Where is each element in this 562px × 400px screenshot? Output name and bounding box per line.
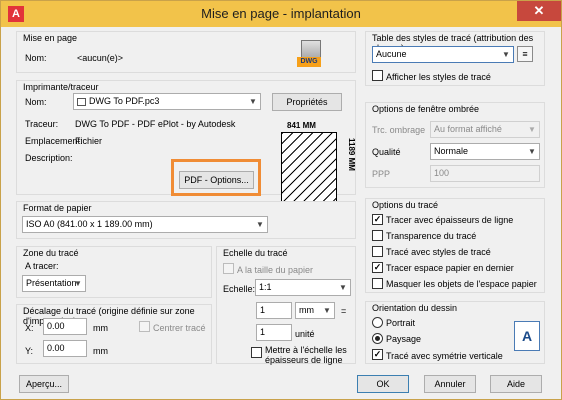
preview-button[interactable]: Aperçu... [19, 375, 69, 393]
scale-unit2-label: unité [295, 329, 315, 339]
shade-plot-label: Trc. ombrage [372, 125, 426, 135]
shade-plot-select[interactable]: Au format affiché ▼ [430, 121, 540, 138]
offset-x-input[interactable]: 0.00 [43, 318, 87, 335]
fit-to-paper-checkbox[interactable] [223, 263, 234, 274]
page-setup-dialog: A Mise en page - implantation ✕ Mise en … [0, 0, 562, 400]
group-title: Orientation du dessin [370, 303, 460, 313]
plot-what-value: Présentation [26, 278, 77, 288]
printer-select[interactable]: DWG To PDF.pc3 ▼ [73, 93, 261, 110]
group-title: Options du tracé [370, 200, 441, 210]
chevron-down-icon: ▼ [502, 50, 510, 59]
paper-preview [281, 132, 337, 202]
chevron-down-icon: ▼ [339, 283, 347, 292]
quality-label: Qualité [372, 147, 401, 157]
preview-width-label: 841 MM [287, 121, 316, 130]
plot-option-label: Tracer avec épaisseurs de ligne [386, 215, 514, 225]
plot-option-checkbox[interactable]: ✓ [372, 262, 383, 273]
upside-down-label: Tracé avec symétrie verticale [386, 351, 503, 361]
plot-what-label: A tracer: [25, 261, 59, 271]
description-label: Description: [25, 153, 73, 163]
orientation-icon: A [514, 321, 540, 351]
group-title: Mise en page [21, 33, 80, 43]
group-title: Imprimante/traceur [21, 82, 101, 92]
scale-value2-input[interactable]: 1 [256, 324, 292, 341]
pdf-options-highlight [171, 159, 261, 196]
chevron-down-icon: ▼ [256, 220, 264, 229]
help-button[interactable]: Aide [490, 375, 542, 393]
plot-option-checkbox[interactable] [372, 246, 383, 257]
upside-down-checkbox[interactable]: ✓ [372, 349, 383, 360]
chevron-down-icon: ▼ [74, 279, 82, 288]
plot-option-label: Masquer les objets de l'espace papier [386, 279, 537, 289]
cancel-button[interactable]: Annuler [424, 375, 476, 393]
paper-size-value: ISO A0 (841.00 x 1 189.00 mm) [26, 219, 153, 229]
plot-style-select[interactable]: Aucune ▼ [372, 46, 514, 63]
display-plot-styles-label: Afficher les styles de tracé [386, 72, 491, 82]
shade-plot-value: Au format affiché [434, 124, 502, 134]
offset-y-input[interactable]: 0.00 [43, 340, 87, 357]
scale-unit-value: mm [299, 305, 314, 315]
scale-unit-select[interactable]: mm ▼ [295, 302, 335, 319]
plotter-label: Traceur: [25, 119, 59, 129]
preview-height-label: 1189 MM [347, 138, 356, 171]
plot-style-value: Aucune [376, 49, 407, 59]
offset-x-label: X: [25, 323, 34, 333]
printer-name-label: Nom: [25, 97, 47, 107]
quality-select[interactable]: Normale ▼ [430, 143, 540, 160]
page-setup-name-value: <aucun(e)> [77, 53, 124, 63]
edit-plot-style-button[interactable]: ≡ [517, 46, 533, 62]
location-value: Fichier [75, 136, 103, 146]
scale-equals: = [341, 306, 347, 316]
ok-button[interactable]: OK [357, 375, 409, 393]
plot-option-label: Tracer espace papier en dernier [386, 263, 514, 273]
location-label: Emplacement: [25, 136, 83, 146]
close-button[interactable]: ✕ [517, 1, 561, 21]
scale-value: 1:1 [259, 282, 272, 292]
group-title: Zone du tracé [21, 248, 81, 258]
plot-option-label: Tracé avec styles de tracé [386, 247, 491, 257]
scale-select[interactable]: 1:1 ▼ [255, 279, 351, 296]
plot-option-checkbox[interactable] [372, 278, 383, 289]
display-plot-styles-checkbox[interactable] [372, 70, 383, 81]
chevron-down-icon: ▼ [323, 306, 331, 315]
chevron-down-icon: ▼ [249, 97, 257, 106]
scale-value1-input[interactable]: 1 [256, 302, 292, 319]
plot-option-checkbox[interactable]: ✓ [372, 214, 383, 225]
paper-size-select[interactable]: ISO A0 (841.00 x 1 189.00 mm) ▼ [22, 216, 268, 233]
portrait-radio[interactable] [372, 317, 383, 328]
plot-option-label: Transparence du tracé [386, 231, 477, 241]
dpi-input[interactable]: 100 [430, 165, 540, 182]
scale-lineweights-checkbox[interactable] [251, 347, 262, 358]
quality-value: Normale [434, 146, 469, 156]
landscape-label: Paysage [386, 334, 422, 344]
center-plot-checkbox[interactable] [139, 321, 150, 332]
properties-button[interactable]: Propriétés [272, 93, 342, 111]
printer-icon [77, 97, 86, 106]
fit-to-paper-label: A la taille du papier [237, 265, 314, 275]
group-title: Format de papier [21, 203, 94, 213]
plot-what-select[interactable]: Présentation ▼ [22, 275, 86, 292]
window-title: Mise en page - implantation [201, 6, 361, 21]
offset-y-unit: mm [93, 346, 108, 356]
title-bar: A Mise en page - implantation ✕ [1, 1, 561, 27]
group-title: Options de fenêtre ombrée [370, 104, 482, 114]
scale-lineweights-label: Mettre à l'échelle les épaisseurs de lig… [265, 345, 347, 365]
plot-option-checkbox[interactable] [372, 230, 383, 241]
offset-y-label: Y: [25, 346, 34, 356]
center-plot-label: Centrer tracé [153, 323, 206, 333]
page-setup-name-label: Nom: [25, 53, 47, 63]
offset-x-unit: mm [93, 323, 108, 333]
group-title: Echelle du tracé [221, 248, 290, 258]
dpi-label: PPP [372, 169, 391, 179]
dwg-badge: DWG [297, 57, 321, 67]
landscape-radio[interactable] [372, 333, 383, 344]
chevron-down-icon: ▼ [528, 125, 536, 134]
printer-value: DWG To PDF.pc3 [89, 96, 160, 106]
plotter-value: DWG To PDF - PDF ePlot - by Autodesk [75, 119, 236, 129]
scale-label: Echelle: [223, 284, 256, 294]
chevron-down-icon: ▼ [528, 147, 536, 156]
portrait-label: Portrait [386, 318, 416, 328]
